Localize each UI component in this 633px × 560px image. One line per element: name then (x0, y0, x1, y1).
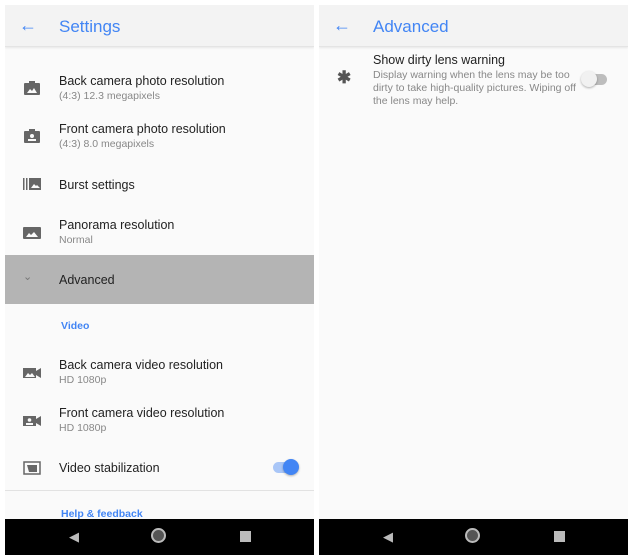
navigation-bar: ◀ (5, 519, 314, 555)
setting-front-camera-photo[interactable]: Front camera photo resolution (4:3) 8.0 … (5, 111, 314, 155)
burst-icon (23, 178, 41, 190)
camera-rear-icon (24, 81, 40, 95)
back-arrow-icon[interactable]: ← (333, 15, 351, 36)
page-title: Advanced (373, 17, 449, 36)
camera-front-icon (24, 129, 40, 143)
back-arrow-icon[interactable]: ← (19, 15, 37, 36)
nav-back-icon[interactable]: ◀ (69, 529, 79, 545)
app-bar: ← Settings (5, 5, 314, 47)
videocam-rear-icon (23, 368, 41, 378)
dirty-lens-icon: ✱ (337, 68, 352, 87)
nav-home-icon[interactable] (465, 528, 480, 543)
nav-recents-icon[interactable] (240, 531, 251, 542)
setting-advanced[interactable]: ⌄ Advanced (5, 255, 314, 304)
navigation-bar: ◀ (319, 519, 628, 555)
setting-dirty-lens-warning[interactable]: ✱ Show dirty lens warning Display warnin… (319, 51, 628, 111)
video-stabilization-toggle[interactable] (273, 459, 299, 475)
setting-panorama[interactable]: Panorama resolution Normal (5, 207, 314, 251)
setting-video-stabilization[interactable]: Video stabilization (5, 451, 314, 491)
nav-back-icon[interactable]: ◀ (383, 529, 393, 545)
advanced-screen: ← Advanced ✱ Show dirty lens warning Dis… (319, 5, 628, 555)
category-video: Video (61, 320, 90, 332)
nav-recents-icon[interactable] (554, 531, 565, 542)
app-bar: ← Advanced (319, 5, 628, 47)
nav-home-icon[interactable] (151, 528, 166, 543)
stabilization-icon (23, 461, 41, 475)
page-title: Settings (59, 17, 121, 36)
setting-back-camera-video[interactable]: Back camera video resolution HD 1080p (5, 347, 314, 391)
setting-back-camera-photo[interactable]: Back camera photo resolution (4:3) 12.3 … (5, 63, 314, 107)
videocam-front-icon (23, 416, 41, 426)
settings-screen: ← Settings Back camera photo resolution … (5, 5, 314, 555)
setting-front-camera-video[interactable]: Front camera video resolution HD 1080p (5, 395, 314, 439)
panorama-icon (23, 227, 41, 239)
dirty-lens-warning-toggle[interactable] (581, 71, 607, 87)
chevron-down-icon: ⌄ (23, 271, 33, 283)
setting-burst[interactable]: Burst settings (5, 165, 314, 201)
